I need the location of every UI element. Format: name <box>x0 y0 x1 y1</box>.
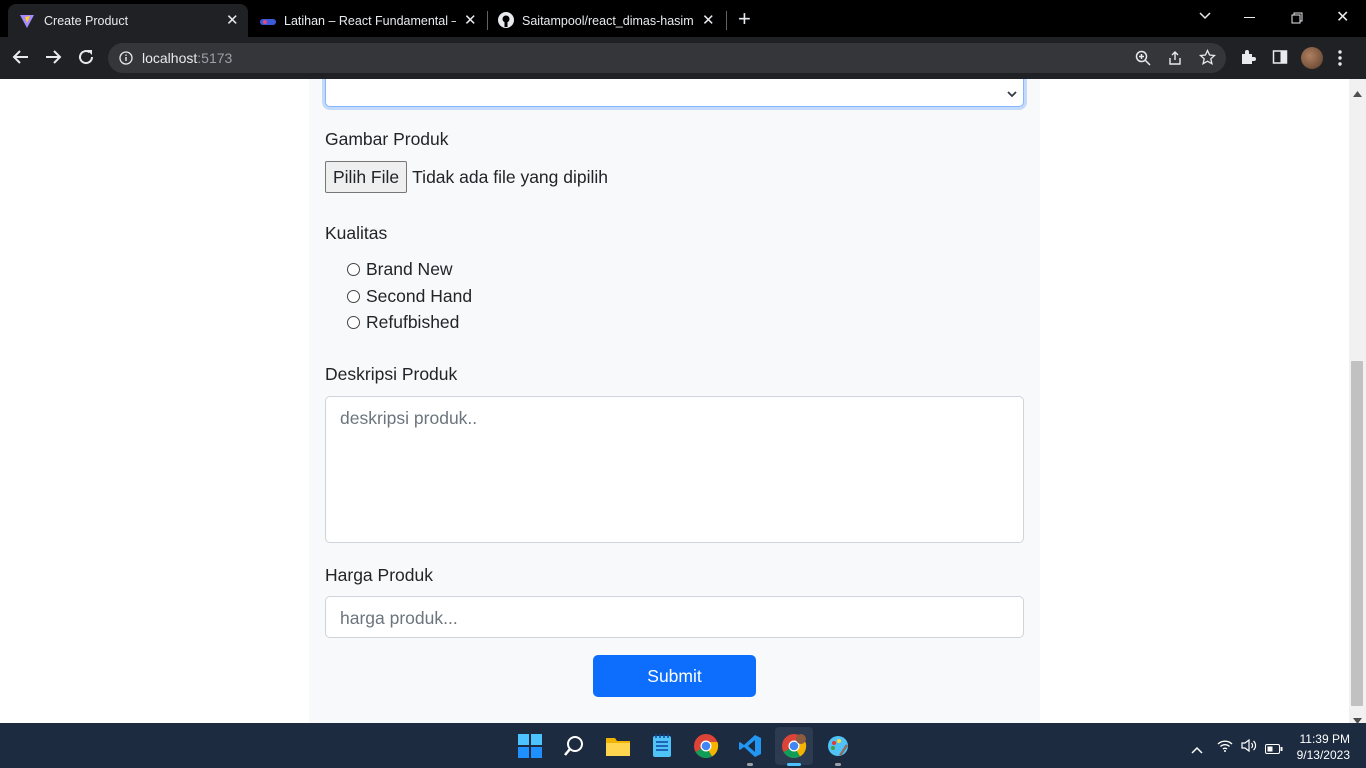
tab-divider <box>726 11 727 30</box>
search-icon[interactable] <box>555 727 593 765</box>
tab-title: Saitampool/react_dimas-hasim-n <box>522 13 694 28</box>
close-tab-icon[interactable]: ✕ <box>702 13 715 28</box>
active-indicator <box>787 763 801 766</box>
reload-icon[interactable] <box>77 48 95 66</box>
radio-circle[interactable] <box>347 290 360 303</box>
radio-label: Refufbished <box>366 312 460 332</box>
volume-icon[interactable] <box>1241 738 1257 757</box>
close-window-icon[interactable]: ✕ <box>1336 7 1349 27</box>
forward-icon[interactable] <box>44 48 62 66</box>
page-viewport: Gambar Produk Pilih File Tidak ada file … <box>0 79 1349 723</box>
tab-latihan[interactable]: Latihan – React Fundamental – O ✕ <box>250 4 486 37</box>
zoom-icon[interactable] <box>1135 50 1151 71</box>
bookmark-star-icon[interactable] <box>1198 48 1217 71</box>
windows-taskbar: 11:39 PM 9/13/2023 <box>0 723 1366 768</box>
url-port: :5173 <box>197 50 233 66</box>
new-tab-icon[interactable]: + <box>738 8 751 30</box>
browser-toolbar: localhost:5173 <box>0 37 1366 79</box>
radio-label: Brand New <box>366 259 453 279</box>
page-scrollbar[interactable] <box>1349 79 1366 724</box>
description-placeholder: deskripsi produk.. <box>340 408 478 428</box>
description-textarea[interactable]: deskripsi produk.. <box>325 396 1024 543</box>
back-icon[interactable] <box>12 48 30 66</box>
price-placeholder: harga produk... <box>340 608 458 628</box>
side-panel-icon[interactable] <box>1272 49 1288 65</box>
tab-github[interactable]: Saitampool/react_dimas-hasim-n ✕ <box>490 4 724 37</box>
start-button[interactable] <box>511 727 549 765</box>
browser-tab-strip: Create Product ✕ Latihan – React Fundame… <box>0 0 1366 37</box>
site-info-icon[interactable] <box>119 51 133 70</box>
github-icon <box>498 12 514 31</box>
scroll-up-icon[interactable] <box>1353 84 1362 102</box>
tab-divider <box>487 11 488 30</box>
wifi-icon[interactable] <box>1217 739 1233 757</box>
paint-icon[interactable] <box>819 727 857 766</box>
vscode-icon[interactable] <box>731 727 769 766</box>
url-text: localhost:5173 <box>142 50 232 66</box>
chevron-up-icon[interactable] <box>1191 741 1203 759</box>
url-host: localhost <box>142 50 198 66</box>
clock-time[interactable]: 11:39 PM <box>1300 732 1350 746</box>
chrome-profile-icon[interactable] <box>775 727 813 766</box>
minimize-icon[interactable] <box>1244 17 1255 18</box>
quality-label: Kualitas <box>325 223 388 243</box>
close-tab-icon[interactable]: ✕ <box>226 13 239 28</box>
running-indicator <box>747 763 753 766</box>
tab-create-product[interactable]: Create Product ✕ <box>8 4 248 37</box>
restore-icon[interactable] <box>1291 11 1303 29</box>
description-label: Deskripsi Produk <box>325 364 458 384</box>
price-input[interactable]: harga produk... <box>325 596 1024 638</box>
share-icon[interactable] <box>1167 50 1183 71</box>
notepad-icon[interactable] <box>643 727 681 765</box>
extensions-icon[interactable] <box>1240 49 1256 65</box>
radio-second-hand[interactable]: Second Hand <box>347 286 472 307</box>
radio-refurbished[interactable]: Refufbished <box>347 312 459 333</box>
chrome-icon[interactable] <box>687 727 725 765</box>
price-label: Harga Produk <box>325 565 433 585</box>
tab-title: Create Product <box>44 13 129 28</box>
radio-circle[interactable] <box>347 263 360 276</box>
clock-date[interactable]: 9/13/2023 <box>1297 748 1350 762</box>
menu-kebab-icon[interactable] <box>1338 50 1342 66</box>
category-select[interactable] <box>325 79 1024 107</box>
vite-icon <box>19 13 35 32</box>
image-label: Gambar Produk <box>325 129 449 149</box>
radio-label: Second Hand <box>366 286 473 306</box>
radio-brand-new[interactable]: Brand New <box>347 259 453 280</box>
scrollbar-thumb[interactable] <box>1351 361 1363 706</box>
tab-title: Latihan – React Fundamental – O <box>284 13 456 28</box>
running-indicator <box>835 763 841 766</box>
choose-file-button[interactable]: Pilih File <box>325 161 408 193</box>
close-tab-icon[interactable]: ✕ <box>464 13 477 28</box>
file-status: Tidak ada file yang dipilih <box>412 166 608 187</box>
submit-button[interactable]: Submit <box>593 655 756 697</box>
profile-avatar[interactable] <box>1301 47 1323 69</box>
file-explorer-icon[interactable] <box>599 727 637 765</box>
site-favicon-icon <box>260 16 276 30</box>
file-picker: Pilih File Tidak ada file yang dipilih <box>325 161 608 193</box>
battery-icon[interactable] <box>1265 741 1283 759</box>
chevron-down-icon <box>1007 83 1017 104</box>
address-bar[interactable]: localhost:5173 <box>108 43 1226 73</box>
radio-circle[interactable] <box>347 316 360 329</box>
tab-search-icon[interactable] <box>1198 9 1212 28</box>
